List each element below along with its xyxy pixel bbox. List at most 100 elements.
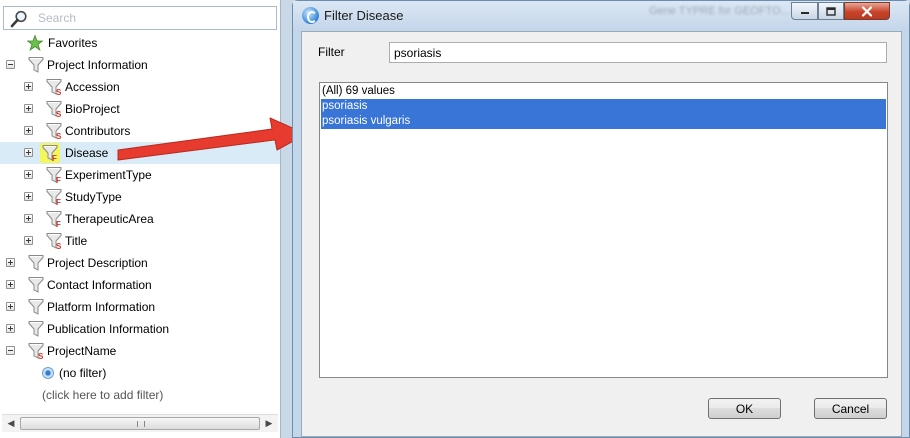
filter-dialog: Filter Disease Gene TYPRE for GEOFTO... …: [292, 0, 910, 438]
expand-icon[interactable]: [24, 148, 33, 157]
app-icon: [302, 7, 319, 24]
dialog-title: Filter Disease: [324, 8, 404, 23]
tree-node-label: BioProject: [65, 102, 120, 116]
funnel-icon: [28, 320, 44, 338]
list-item[interactable]: psoriasis: [321, 99, 886, 114]
tree-node-experimenttype[interactable]: F ExperimentType: [0, 164, 280, 186]
funnel-f-icon: F: [46, 188, 62, 206]
tree-node-label: ProjectName: [47, 344, 117, 358]
tree-node-label: Project Description: [47, 256, 148, 270]
dialog-body: Filter (All) 69 values psoriasis psorias…: [301, 31, 902, 437]
svg-text:F: F: [56, 220, 61, 228]
funnel-s-icon: S: [46, 122, 62, 140]
svg-text:S: S: [56, 242, 62, 250]
star-icon: [27, 34, 43, 52]
tree-node-label: Publication Information: [47, 322, 170, 336]
funnel-s-icon: S: [46, 232, 62, 250]
close-button[interactable]: [844, 2, 890, 20]
magnifier-icon: [10, 10, 27, 28]
funnel-s-icon: S: [46, 100, 62, 118]
close-icon: [861, 5, 873, 17]
expand-icon[interactable]: [24, 192, 33, 201]
list-item[interactable]: psoriasis vulgaris: [321, 114, 886, 129]
tree-node-label: Accession: [65, 80, 120, 94]
funnel-s-icon: S: [46, 78, 62, 96]
expand-icon[interactable]: [6, 258, 15, 267]
filter-label: Filter: [318, 45, 345, 59]
funnel-f-icon: F: [46, 210, 62, 228]
funnel-icon: [28, 276, 44, 294]
tree-node-favorites[interactable]: Favorites: [0, 32, 280, 54]
no-filter-option[interactable]: (no filter): [0, 362, 280, 384]
tree-node-accession[interactable]: S Accession: [0, 76, 280, 98]
filter-input[interactable]: [389, 42, 887, 63]
expand-icon[interactable]: [6, 324, 15, 333]
tree-node-label: StudyType: [65, 190, 122, 204]
svg-text:S: S: [56, 110, 62, 118]
search-box[interactable]: [3, 6, 277, 30]
tree-node-label: Favorites: [48, 36, 98, 50]
tree-node-projectname[interactable]: S ProjectName: [0, 340, 280, 362]
tree-node-bioproject[interactable]: S BioProject: [0, 98, 280, 120]
tree-node-label: Disease: [65, 146, 109, 160]
funnel-f-icon: F: [46, 166, 62, 184]
expand-icon[interactable]: [24, 214, 33, 223]
tree-node-label: Contributors: [65, 124, 131, 138]
funnel-s-icon: S: [28, 342, 44, 360]
svg-text:F: F: [56, 198, 61, 206]
tree-node-title[interactable]: S Title: [0, 230, 280, 252]
tree-node-label: Platform Information: [47, 300, 156, 314]
tree-node-label: TherapeuticArea: [65, 212, 154, 226]
tree-node-contributors[interactable]: S Contributors: [0, 120, 280, 142]
tree-node-contact-information[interactable]: Contact Information: [0, 274, 280, 296]
add-filter-label: (click here to add filter): [42, 388, 164, 402]
expand-icon[interactable]: [24, 104, 33, 113]
expand-icon[interactable]: [6, 280, 15, 289]
tree-node-label: Contact Information: [47, 278, 152, 292]
expand-icon[interactable]: [24, 126, 33, 135]
values-list[interactable]: (All) 69 values psoriasis psoriasis vulg…: [319, 82, 888, 378]
radio-icon[interactable]: [42, 367, 54, 379]
scroll-right-icon[interactable]: ▶: [261, 416, 277, 431]
maximize-icon: [826, 6, 836, 16]
tree-node-publication-information[interactable]: Publication Information: [0, 318, 280, 340]
tree-node-platform-information[interactable]: Platform Information: [0, 296, 280, 318]
funnel-f-icon: F: [42, 144, 58, 162]
scrollbar-thumb[interactable]: [20, 417, 260, 430]
tree-node-label: Title: [65, 234, 88, 248]
svg-text:S: S: [56, 88, 62, 96]
ok-button[interactable]: OK: [708, 398, 781, 419]
no-filter-label: (no filter): [59, 366, 107, 380]
svg-text:F: F: [56, 176, 61, 184]
tree-node-project-information[interactable]: Project Information: [0, 54, 280, 76]
add-filter-link[interactable]: (click here to add filter): [0, 384, 280, 406]
funnel-icon: [28, 56, 44, 74]
svg-text:S: S: [38, 352, 44, 360]
filter-panel: Favorites Project Information S Accessio…: [0, 0, 281, 438]
svg-text:S: S: [56, 132, 62, 140]
funnel-icon: [28, 254, 44, 272]
title-bar[interactable]: Filter Disease Gene TYPRE for GEOFTO...: [293, 1, 909, 30]
tree-node-label: Project Information: [47, 58, 148, 72]
scroll-left-icon[interactable]: ◀: [3, 416, 19, 431]
list-item[interactable]: (All) 69 values: [321, 84, 886, 99]
expand-icon[interactable]: [24, 170, 33, 179]
expand-icon[interactable]: [6, 302, 15, 311]
search-input[interactable]: [38, 10, 268, 26]
expand-icon[interactable]: [24, 82, 33, 91]
tree-node-project-description[interactable]: Project Description: [0, 252, 280, 274]
expand-icon[interactable]: [24, 236, 33, 245]
svg-text:F: F: [52, 154, 57, 162]
background-window-title: Gene TYPRE for GEOFTO...: [649, 5, 790, 17]
collapse-icon[interactable]: [6, 60, 15, 69]
collapse-icon[interactable]: [6, 346, 15, 355]
tree-node-disease[interactable]: F Disease: [0, 142, 280, 164]
cancel-button[interactable]: Cancel: [814, 398, 887, 419]
maximize-button[interactable]: [818, 2, 844, 20]
tree-node-therapeuticarea[interactable]: F TherapeuticArea: [0, 208, 280, 230]
minimize-button[interactable]: [791, 2, 818, 20]
tree-node-label: ExperimentType: [65, 168, 152, 182]
minimize-icon: [800, 12, 809, 14]
tree-node-studytype[interactable]: F StudyType: [0, 186, 280, 208]
horizontal-scrollbar[interactable]: ◀ ▶: [2, 414, 278, 432]
